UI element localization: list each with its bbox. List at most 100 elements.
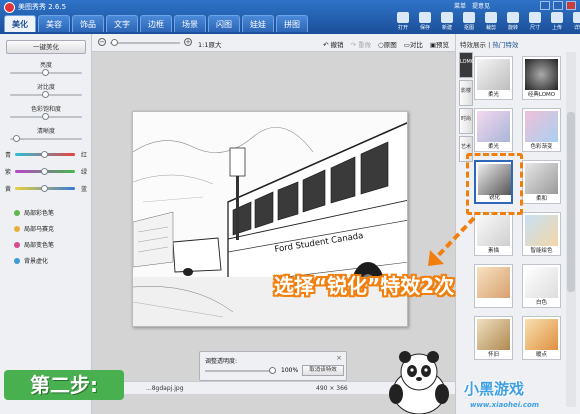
effect-label: 柔光 — [487, 92, 499, 98]
watermark-logo: 小黑游戏 — [464, 380, 525, 398]
effect-label: 智能绘色 — [530, 248, 553, 254]
actual-size-button[interactable]: 1:1原大 — [198, 39, 221, 49]
opacity-value: 100% — [281, 367, 299, 374]
effect-thumb-classic-lomo[interactable]: 经典LOMO — [522, 56, 561, 100]
magenta-label: 紫 — [5, 169, 12, 176]
rotate-button[interactable]: 旋转 — [503, 12, 523, 31]
open-icon — [397, 12, 409, 23]
open-button[interactable]: 打开 — [393, 12, 413, 31]
watermark-url: www.xiaohei.com — [470, 401, 540, 409]
effect-thumb-warm-dot[interactable]: 暖点 — [522, 316, 561, 360]
tab-text[interactable]: 文字 — [106, 15, 138, 32]
magenta-green-slider[interactable] — [15, 168, 75, 175]
original-button[interactable]: ○原图 — [378, 39, 397, 49]
effect-label: 暖点 — [535, 352, 547, 358]
tab-collage[interactable]: 拼图 — [276, 15, 308, 32]
resize-button[interactable]: 尺寸 — [525, 12, 545, 31]
effect-thumb-gentle[interactable]: 柔和 — [522, 160, 561, 204]
effects-show-label[interactable]: 特效展示 — [460, 41, 486, 49]
effect-preview-image — [525, 267, 558, 298]
effect-thumb-soft-light-2[interactable]: 柔光 — [474, 108, 513, 152]
close-button[interactable] — [566, 1, 576, 10]
one-click-beautify-button[interactable]: 一键美化 — [6, 40, 86, 54]
window-controls — [540, 1, 576, 10]
effect-preview-image — [477, 111, 510, 142]
yellow-label: 黄 — [5, 186, 12, 193]
tab-studio[interactable]: 影楼 — [459, 80, 473, 106]
resize-icon — [529, 12, 541, 23]
brightness-slider[interactable] — [10, 69, 82, 76]
menu-link[interactable]: 菜单 — [454, 1, 466, 10]
saturation-label: 色彩饱和度 — [30, 106, 61, 113]
new-button[interactable]: 新建 — [437, 12, 457, 31]
effect-thumb-white[interactable]: 白色 — [522, 264, 561, 308]
tab-lomo[interactable]: LOMO — [459, 52, 475, 78]
zoom-knob[interactable] — [110, 39, 118, 46]
cancel-effect-button[interactable]: 取消该特效 — [302, 365, 344, 376]
saturation-knob[interactable] — [42, 113, 49, 120]
undo-button[interactable]: ↶ 撤销 — [323, 39, 344, 49]
effect-preview-image — [525, 319, 558, 350]
save-button[interactable]: 保存 — [415, 12, 435, 31]
zoom-slider[interactable] — [110, 39, 180, 46]
preview-button[interactable]: ▣预览 — [430, 39, 449, 49]
hot-effects-label[interactable]: 热门特效 — [492, 41, 518, 49]
saturation-slider[interactable] — [10, 113, 82, 120]
effects-scrollbar[interactable] — [566, 52, 576, 407]
local-mosaic-brush[interactable]: 局部马赛克 — [14, 224, 54, 233]
effect-thumb-soft-light[interactable]: 柔光 — [474, 56, 513, 100]
app-title: 美图秀秀 2.6.5 — [18, 3, 67, 11]
effect-preview-image — [525, 163, 558, 194]
contrast-knob[interactable] — [42, 91, 49, 98]
maximize-button[interactable] — [553, 1, 563, 10]
instruction-text: 选择“锐化”特效2次 — [274, 274, 455, 298]
details-button[interactable]: 详情 — [569, 12, 580, 31]
redo-button[interactable]: ↷ 重做 — [351, 39, 372, 49]
yellow-blue-slider[interactable] — [15, 185, 75, 192]
zoom-in-button[interactable]: + — [184, 38, 192, 46]
zoom-out-button[interactable]: − — [98, 38, 106, 46]
yellow-blue-knob[interactable] — [41, 185, 48, 192]
magenta-green-knob[interactable] — [41, 168, 48, 175]
color-brush-icon — [14, 210, 20, 216]
opacity-close-icon[interactable]: × — [336, 354, 342, 362]
sharpness-slider[interactable] — [10, 135, 82, 142]
minimize-button[interactable] — [540, 1, 550, 10]
tab-flash[interactable]: 闪图 — [208, 15, 240, 32]
effect-thumb-color-gradient[interactable]: 色彩渐变 — [522, 108, 561, 152]
effects-header: 特效展示 | 热门特效 — [460, 41, 519, 49]
tab-beautify[interactable]: 美化 — [4, 15, 36, 32]
tab-doll[interactable]: 娃娃 — [242, 15, 274, 32]
brightness-knob[interactable] — [42, 69, 49, 76]
effect-label: 柔和 — [535, 196, 547, 202]
cyan-red-slider[interactable] — [15, 151, 75, 158]
effect-label: 经典LOMO — [527, 92, 556, 98]
cutout-button[interactable]: 抠图 — [459, 12, 479, 31]
sharpness-knob[interactable] — [13, 135, 21, 142]
cyan-red-knob[interactable] — [41, 151, 48, 158]
tab-frame[interactable]: 边框 — [140, 15, 172, 32]
background-blur-brush[interactable]: 背景虚化 — [14, 256, 48, 265]
feedback-link[interactable]: 提意见 — [472, 1, 490, 10]
save-icon — [419, 12, 431, 23]
local-color-brush[interactable]: 局部彩色笔 — [14, 208, 54, 217]
effect-thumb-smart-paint[interactable]: 智能绘色 — [522, 212, 561, 256]
rotate-icon — [507, 12, 519, 23]
tab-accessories[interactable]: 饰品 — [72, 15, 104, 32]
file-name: ...8gdapj.jpg — [146, 385, 184, 392]
opacity-slider[interactable] — [205, 367, 276, 374]
crop-button[interactable]: 裁剪 — [481, 12, 501, 31]
effect-thumb-vintage[interactable]: 怀旧 — [474, 316, 513, 360]
tab-fashion[interactable]: 时尚 — [459, 108, 473, 134]
main-tabs: 美化 美容 饰品 文字 边框 场景 闪图 娃娃 拼图 — [4, 15, 308, 32]
local-recolor-brush[interactable]: 局部变色笔 — [14, 240, 54, 249]
effects-scroll-thumb[interactable] — [567, 112, 575, 292]
opacity-label: 调整透明度: — [205, 358, 238, 365]
crop-icon — [485, 12, 497, 23]
tab-beauty[interactable]: 美容 — [38, 15, 70, 32]
contrast-slider[interactable] — [10, 91, 82, 98]
tab-scene[interactable]: 场景 — [174, 15, 206, 32]
opacity-knob[interactable] — [269, 367, 276, 374]
upload-button[interactable]: 上传 — [547, 12, 567, 31]
compare-button[interactable]: ▭对比 — [404, 39, 423, 49]
